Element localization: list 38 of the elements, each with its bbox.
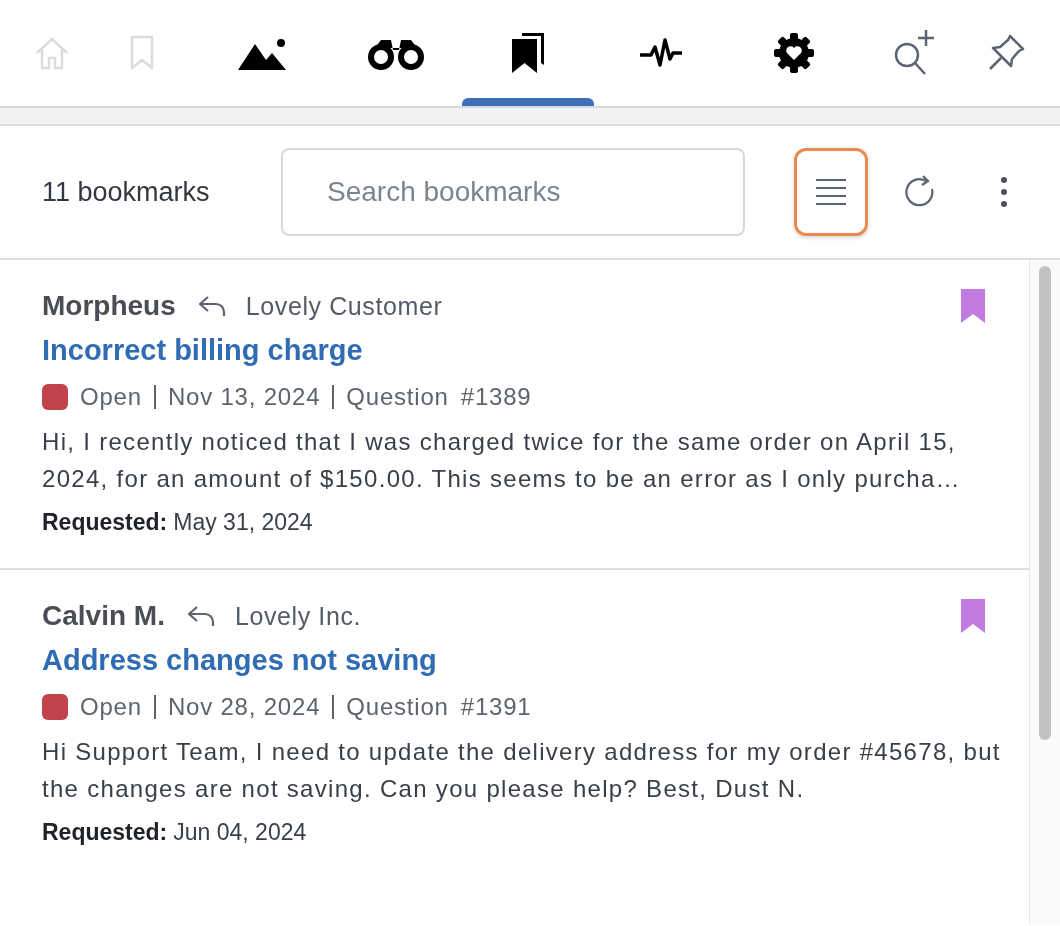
ticket-status: Open [80,383,142,411]
customer-name: Morpheus [42,290,176,322]
bookmark-icon[interactable] [961,289,986,323]
bookmark-icon [129,35,155,71]
ticket-number: #1391 [460,693,532,721]
company-name: Lovely Inc. [234,601,362,631]
ticket-date: Nov 28, 2024 [167,693,321,721]
company-name: Lovely Customer [245,291,443,321]
ticket-description: Hi, I recently noticed that I was charged twice for the same order on April 15, 2024, for an amount of $150.00. This seems to be an error as I only purcha… [42,427,962,494]
search-field[interactable]: Search bookmarks [281,148,745,236]
requested-date: May 31, 2024 [173,509,313,536]
ticket-title-link[interactable]: Address changes not saving [42,644,437,677]
reply-icon [197,295,226,317]
reply-icon [186,605,215,627]
ticket-title-link[interactable]: Incorrect billing charge [42,334,363,367]
ticket-status: Open [80,693,142,721]
list-view-button[interactable] [794,148,868,236]
refresh-icon [905,175,937,209]
more-options-button[interactable] [1000,176,1008,208]
requested-label: Requested: [42,819,168,846]
customer-name: Calvin M. [42,600,165,632]
ticket-type: Question [346,383,449,411]
ticket-number: #1389 [460,383,532,411]
requested-date: Jun 04, 2024 [173,819,307,846]
bookmark-icon[interactable] [961,599,986,633]
ticket-type: Question [346,693,449,721]
bookmark-count: 11 bookmarks [42,176,211,208]
ticket-date: Nov 13, 2024 [167,383,321,411]
list-icon [815,178,847,206]
scrollbar[interactable] [1029,260,1060,924]
bookmarks-icon [510,31,546,75]
more-options-icon [1000,176,1008,208]
pulse-icon [639,38,683,68]
requested-label: Requested: [42,509,168,536]
ticket-description: Hi Support Team, I need to update the delivery address for my order #45678, but the changes are not saving. Can you please help? Best, Dust N. [42,737,1002,804]
gear-heart-icon [773,32,815,74]
refresh-button[interactable] [905,175,937,209]
mountain-icon [238,36,288,70]
